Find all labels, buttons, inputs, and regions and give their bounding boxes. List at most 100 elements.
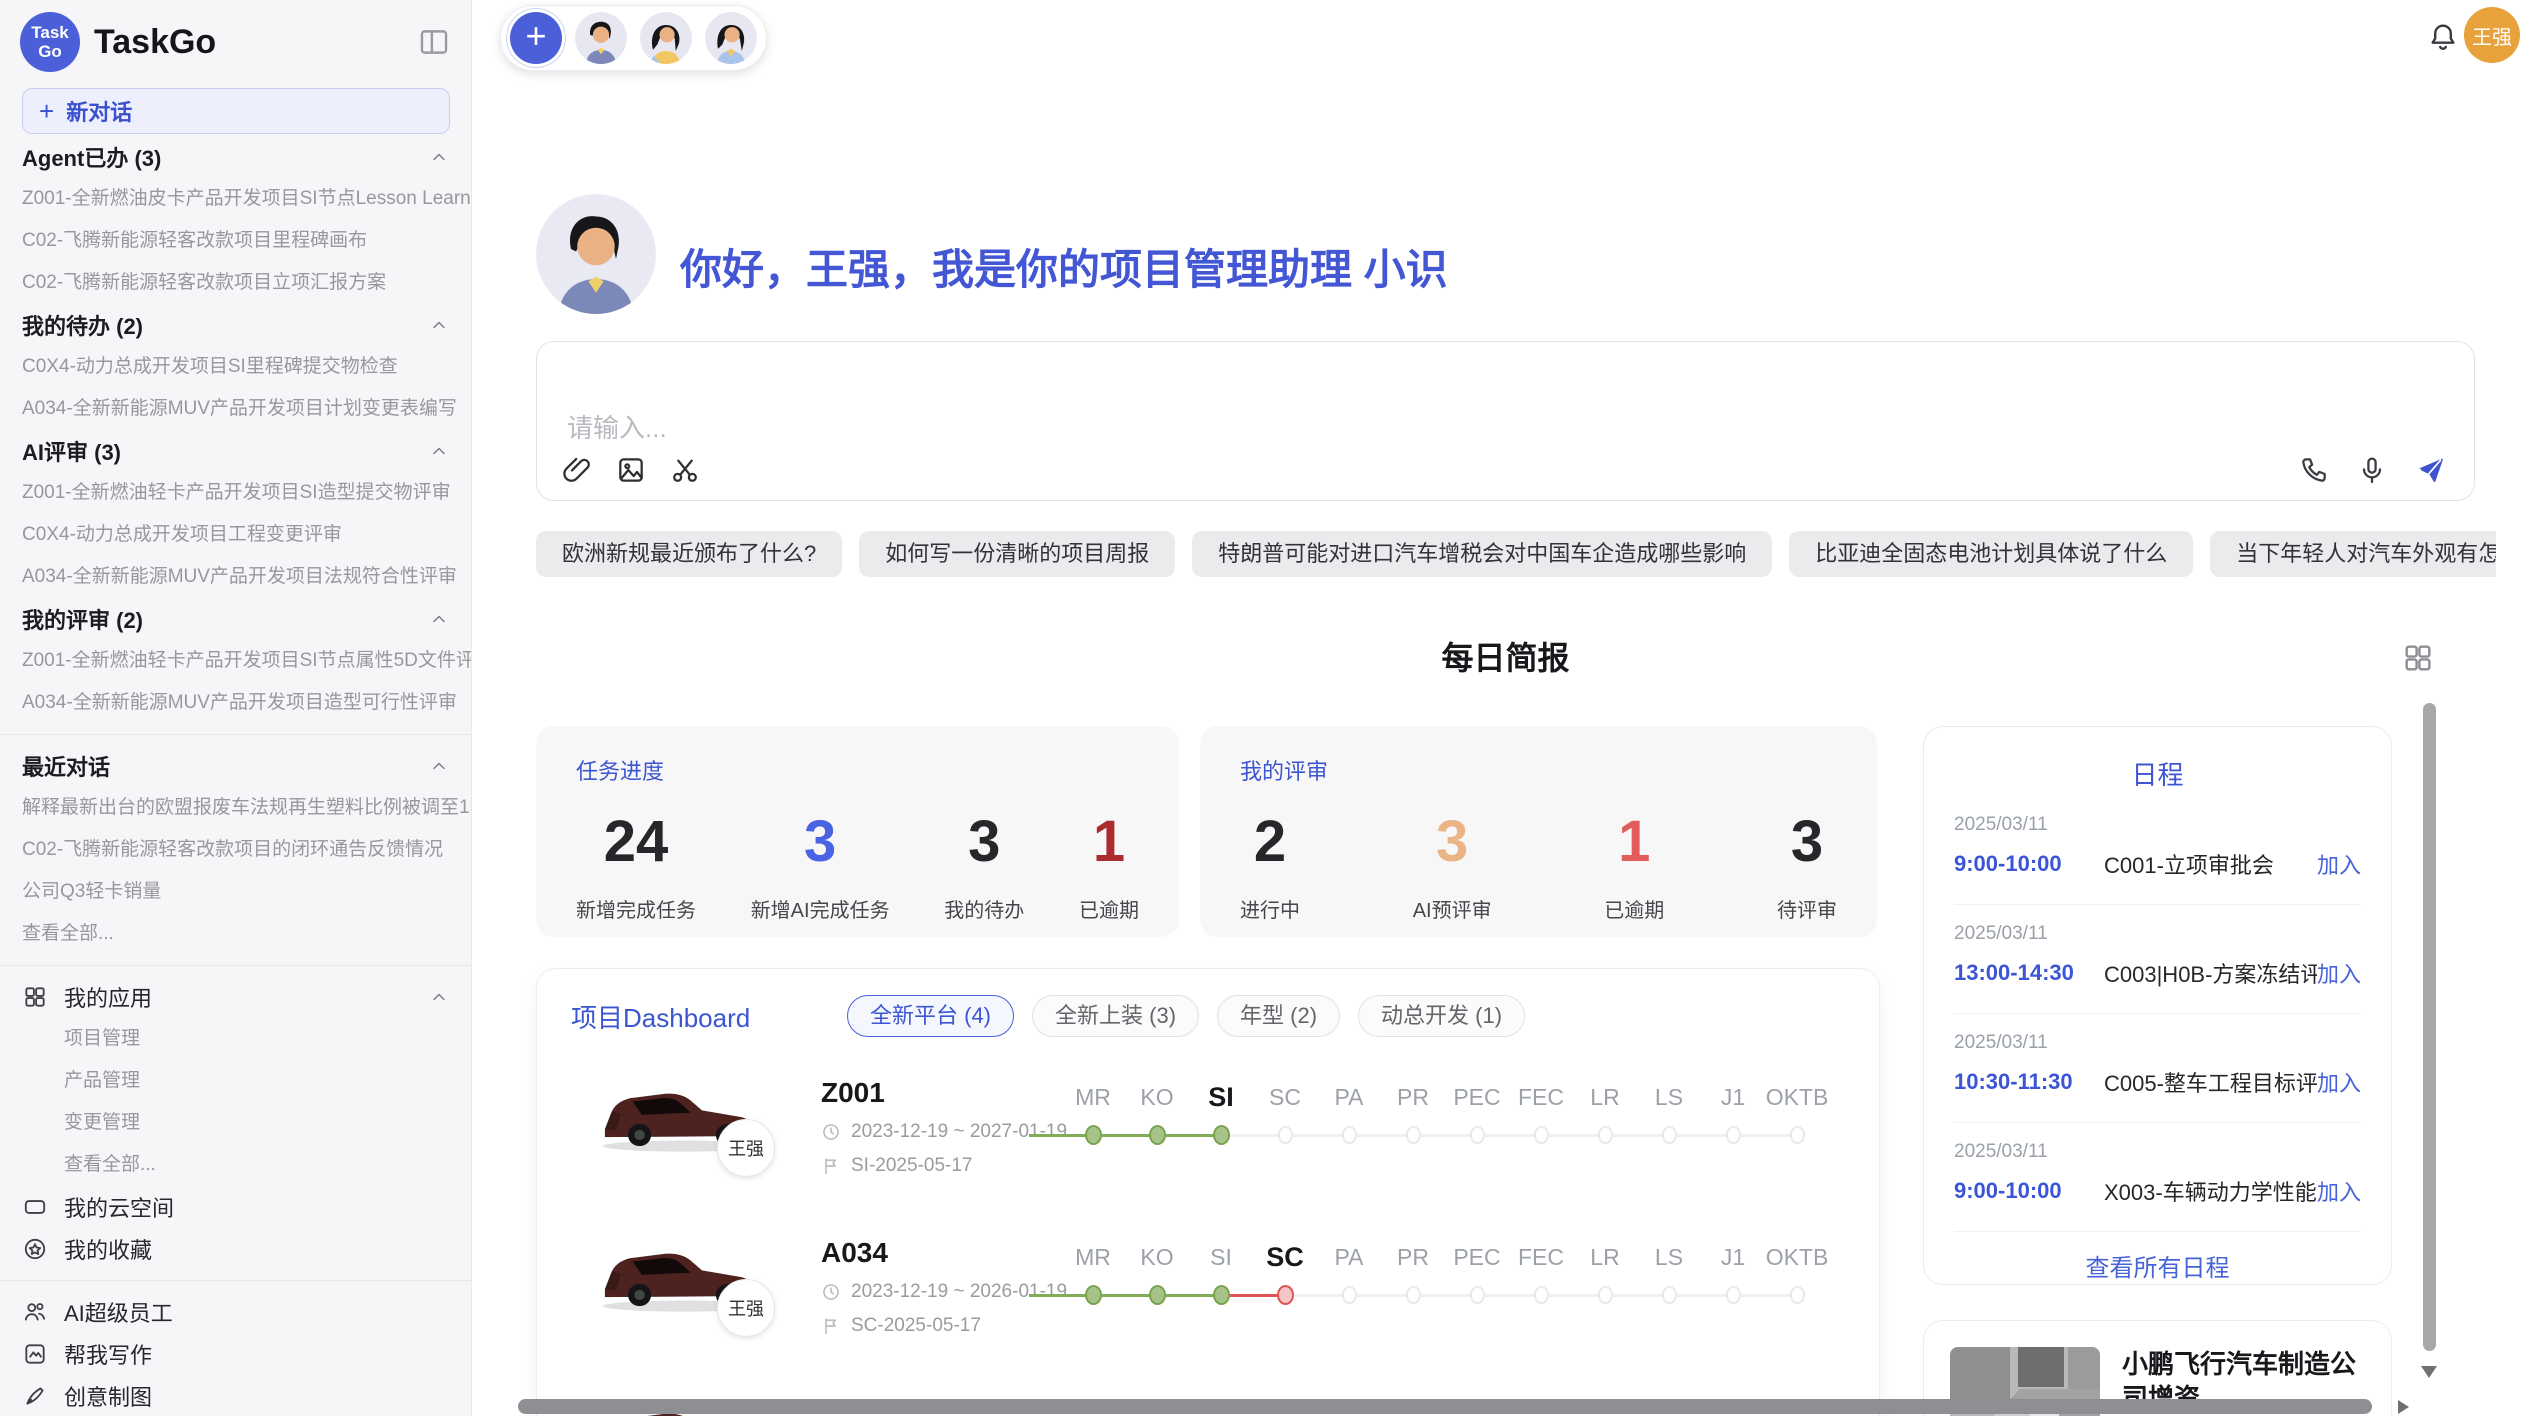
chat-input-card[interactable]: 请输入... <box>536 341 2475 501</box>
dashboard-tab[interactable]: 全新上装 (3) <box>1032 995 1199 1037</box>
milestone: LR <box>1573 1061 1637 1147</box>
section-label: 最近对话 <box>22 750 110 782</box>
milestone-label: PEC <box>1453 1241 1500 1273</box>
sidebar-conversation-item[interactable]: 公司Q3轻卡销量 <box>0 871 471 913</box>
voice-call-icon[interactable] <box>2298 454 2330 486</box>
dashboard-tab[interactable]: 动总开发 (1) <box>1358 995 1525 1037</box>
dashboard-tab[interactable]: 全新平台 (4) <box>847 995 1014 1037</box>
plus-icon: + <box>39 96 54 127</box>
event-join-link[interactable]: 加入 <box>2317 1175 2361 1207</box>
avatar-woman-1-icon[interactable] <box>640 12 692 64</box>
scroll-down-arrow-icon[interactable] <box>2421 1366 2437 1378</box>
horizontal-scrollbar[interactable] <box>518 1399 2372 1414</box>
sidebar-conversation-item[interactable]: C02-飞腾新能源轻客改款项目立项汇报方案 <box>0 262 471 304</box>
greeting-text: 你好，王强，我是你的项目管理助理 小识 <box>680 236 1448 297</box>
dashboard-tabs: 全新平台 (4) 全新上装 (3) 年型 (2) 动总开发 (1) <box>847 995 1525 1037</box>
project-owner-avatar: 王强 <box>717 1279 775 1337</box>
sidebar-item-help-me-write[interactable]: 帮我写作 <box>0 1333 471 1375</box>
send-icon[interactable] <box>2414 454 2446 486</box>
sidebar-conversation-item[interactable]: Z001-全新燃油轻卡产品开发项目SI节点属性5D文件评审 <box>0 640 471 682</box>
sidebar-header: Task Go TaskGo <box>0 0 471 80</box>
event-join-link[interactable]: 加入 <box>2317 848 2361 880</box>
suggestion-chip[interactable]: 比亚迪全固态电池计划具体说了什么 <box>1789 531 2193 577</box>
view-all-schedule-link[interactable]: 查看所有日程 <box>1924 1248 2391 1283</box>
vertical-scrollbar[interactable] <box>2423 703 2436 1351</box>
logo-line-1: Task <box>31 23 69 42</box>
notifications-bell-icon[interactable] <box>2426 20 2460 54</box>
milestone: SI <box>1189 1221 1253 1307</box>
avatar-man-icon[interactable] <box>575 12 627 64</box>
team-bar: + <box>500 5 767 71</box>
sidebar-section-header[interactable]: Agent已办 (3) <box>0 136 471 178</box>
chat-input-placeholder: 请输入... <box>567 408 667 445</box>
project-flag-label: SI-2025-05-17 <box>851 1155 972 1177</box>
attach-file-icon[interactable] <box>561 454 593 486</box>
milestone-lead-line <box>1029 1134 1063 1137</box>
project-date-range: 2023-12-19 ~ 2026-01-19 <box>851 1281 1067 1303</box>
milestone: PR <box>1381 1221 1445 1307</box>
view-all-conversations-link[interactable]: 查看全部... <box>0 913 471 955</box>
milestone: J1 <box>1701 1221 1765 1307</box>
project-dashboard-card: 项目Dashboard 全新平台 (4)全新上装 (3)年型 (2)动总开发 (… <box>536 968 1880 1416</box>
sidebar-conversation-item[interactable]: C0X4-动力总成开发项目SI里程碑提交物检查 <box>0 346 471 388</box>
avatar-woman-2-icon[interactable] <box>705 12 757 64</box>
briefing-layout-icon[interactable] <box>2401 641 2435 675</box>
sidebar-section-header[interactable]: 我的评审 (2) <box>0 598 471 640</box>
stat-item: 3 AI预评审 <box>1413 810 1492 923</box>
suggestion-chip[interactable]: 当下年轻人对汽车外观有怎样的喜好趋势 <box>2210 531 2496 577</box>
event-time: 10:30-11:30 <box>1954 1069 2104 1095</box>
stat-value: 3 <box>1436 810 1468 874</box>
event-join-link[interactable]: 加入 <box>2317 1066 2361 1098</box>
sidebar-collapse-icon[interactable] <box>417 25 451 59</box>
sidebar-app-item[interactable]: 产品管理 <box>0 1060 471 1102</box>
event-name: X003-车辆动力学性能验... <box>2104 1175 2317 1207</box>
assistant-avatar <box>536 194 656 314</box>
flag-icon <box>821 1316 841 1336</box>
sidebar-item-my-apps[interactable]: 我的应用 <box>0 976 471 1018</box>
divider <box>0 1280 471 1281</box>
new-chat-button[interactable]: + 新对话 <box>22 88 450 134</box>
sidebar-conversation-item[interactable]: A034-全新新能源MUV产品开发项目计划变更表编写 <box>0 388 471 430</box>
add-member-button[interactable]: + <box>510 12 562 64</box>
sidebar-app-item[interactable]: 项目管理 <box>0 1018 471 1060</box>
screenshot-icon[interactable] <box>669 454 701 486</box>
dashboard-tab[interactable]: 年型 (2) <box>1217 995 1340 1037</box>
sidebar-section-header-recent[interactable]: 最近对话 <box>0 745 471 787</box>
sidebar-conversation-item[interactable]: Z001-全新燃油皮卡产品开发项目SI节点Lesson Learn报告 <box>0 178 471 220</box>
sidebar-item-favorites[interactable]: 我的收藏 <box>0 1228 471 1270</box>
milestone-dot <box>1278 1126 1293 1144</box>
sidebar-conversation-item[interactable]: C02-飞腾新能源轻客改款项目的闭环通告反馈情况 <box>0 829 471 871</box>
schedule-event: 2025/03/119:00-10:00X003-车辆动力学性能验...加入 <box>1954 1123 2361 1232</box>
microphone-icon[interactable] <box>2356 454 2388 486</box>
suggestion-chip[interactable]: 特朗普可能对进口汽车增税会对中国车企造成哪些影响 <box>1192 531 1772 577</box>
sidebar-item-ai-super-staff[interactable]: AI超级员工 <box>0 1291 471 1333</box>
milestone: KO <box>1125 1061 1189 1147</box>
milestone-dot <box>1406 1286 1421 1304</box>
milestone-label: OKTB <box>1766 1241 1829 1273</box>
sidebar-conversation-item[interactable]: C02-飞腾新能源轻客改款项目里程碑画布 <box>0 220 471 262</box>
milestone-dot <box>1342 1286 1357 1304</box>
sidebar-item-cloud-space[interactable]: 我的云空间 <box>0 1186 471 1228</box>
milestone: FEC <box>1509 1061 1573 1147</box>
suggestion-chip[interactable]: 欧洲新规最近颁布了什么? <box>536 531 842 577</box>
sidebar-conversation-item[interactable]: A034-全新新能源MUV产品开发项目法规符合性评审 <box>0 556 471 598</box>
user-avatar[interactable]: 王强 <box>2464 7 2520 63</box>
sidebar-conversation-item[interactable]: C0X4-动力总成开发项目工程变更评审 <box>0 514 471 556</box>
sidebar-app-item[interactable]: 查看全部... <box>0 1144 471 1186</box>
sidebar-section-header[interactable]: AI评审 (3) <box>0 430 471 472</box>
event-join-link[interactable]: 加入 <box>2317 957 2361 989</box>
scroll-right-arrow-icon[interactable] <box>2398 1400 2409 1414</box>
sidebar-conversation-item[interactable]: 解释最新出台的欧盟报废车法规再生塑料比例被调至15%... <box>0 787 471 829</box>
stat-label: AI预评审 <box>1413 894 1492 923</box>
clock-icon <box>821 1282 841 1302</box>
insert-image-icon[interactable] <box>615 454 647 486</box>
sidebar-app-item[interactable]: 变更管理 <box>0 1102 471 1144</box>
suggestion-chip[interactable]: 如何写一份清晰的项目周报 <box>859 531 1175 577</box>
milestone-dot <box>1534 1286 1549 1304</box>
sidebar-conversation-item[interactable]: A034-全新新能源MUV产品开发项目造型可行性评审 <box>0 682 471 724</box>
sidebar-item-creative-drawing[interactable]: 创意制图 <box>0 1375 471 1416</box>
milestone-dot <box>1406 1126 1421 1144</box>
sidebar-section-header[interactable]: 我的待办 (2) <box>0 304 471 346</box>
daily-briefing-header: 每日简报 <box>536 634 2475 682</box>
sidebar-conversation-item[interactable]: Z001-全新燃油轻卡产品开发项目SI造型提交物评审 <box>0 472 471 514</box>
